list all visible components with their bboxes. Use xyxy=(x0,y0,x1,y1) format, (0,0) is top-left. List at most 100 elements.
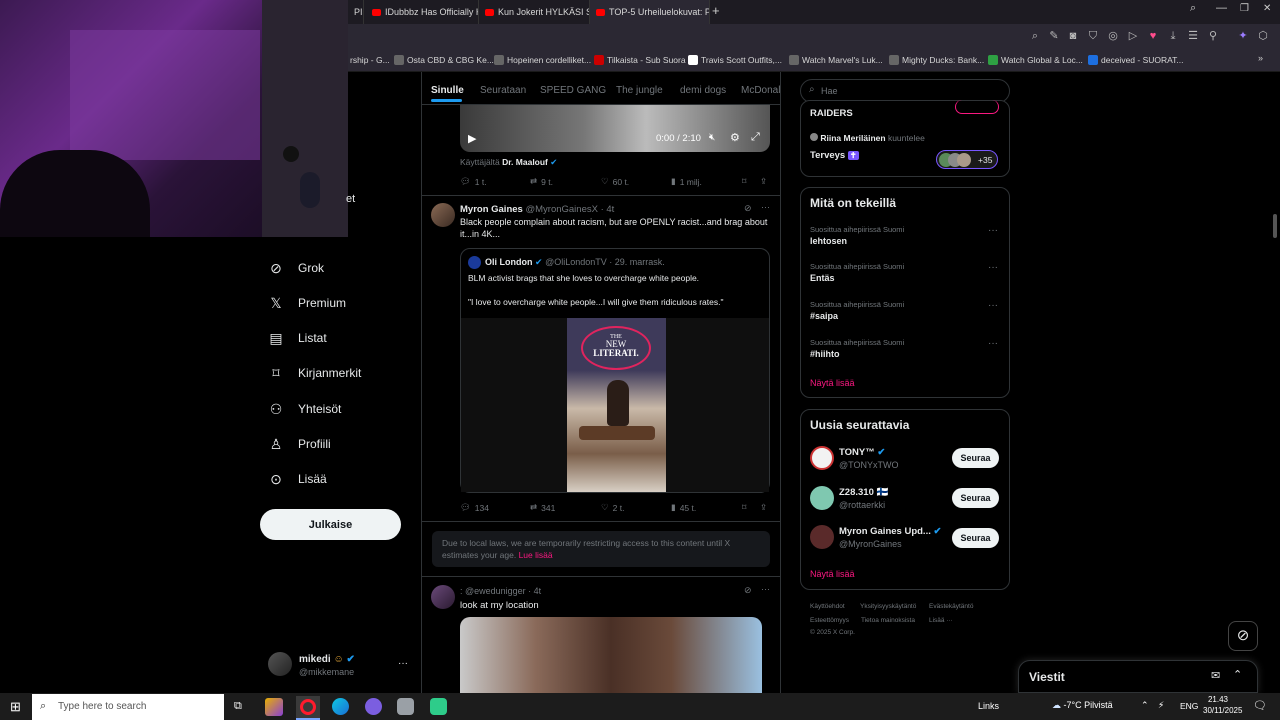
opera-taskbar-button[interactable] xyxy=(296,696,320,720)
sidebar-item-premium[interactable]: 𝕏 Premium xyxy=(268,291,346,315)
fullscreen-icon[interactable]: ⤢ xyxy=(751,131,760,144)
footer-link[interactable]: Yksityisyyskäytäntö xyxy=(860,603,916,610)
taskbar-search[interactable]: ⌕ Type here to search xyxy=(32,694,224,720)
messages-drawer[interactable]: Viestit ✉ ⌃ xyxy=(1018,660,1258,693)
tab-demi-dogs[interactable]: demi dogs xyxy=(680,85,726,96)
sidebar-item-communities[interactable]: ⚇ Yhteisöt xyxy=(268,397,342,421)
avatar[interactable] xyxy=(431,203,455,227)
views-button[interactable]: ▮ 1 milj. xyxy=(671,176,702,187)
footer-link[interactable]: Evästekäytäntö xyxy=(929,603,973,610)
trend-more-icon[interactable]: ··· xyxy=(988,338,998,349)
heart-icon[interactable]: ♥ xyxy=(1146,29,1160,43)
mute-icon[interactable]: 🔇︎ xyxy=(709,132,715,143)
reply-button[interactable]: 💬︎ 134 xyxy=(460,502,489,513)
follow-button[interactable]: Seuraa xyxy=(952,528,999,548)
show-more-link[interactable]: Näytä lisää xyxy=(810,569,855,579)
footer-link[interactable]: Esteettömyys xyxy=(810,617,849,624)
bookmark-item[interactable]: Watch Global & Loc... xyxy=(988,53,1083,67)
sidebar-item-more[interactable]: ⊙ Lisää xyxy=(268,467,327,491)
account-more-icon[interactable]: ··· xyxy=(398,658,408,669)
scrollbar[interactable] xyxy=(1273,214,1277,238)
trend-item[interactable]: Entäs xyxy=(810,273,835,283)
sidebar-item-grok[interactable]: ⊘ Grok xyxy=(268,256,324,280)
tray-chevron-icon[interactable]: ⌃ xyxy=(1141,700,1149,711)
taskbar-search-input[interactable]: Type here to search xyxy=(58,701,146,712)
browser-tab[interactable]: IDubbbz Has Officially Hit xyxy=(366,0,479,24)
video-thumbnail[interactable] xyxy=(460,617,762,693)
trend-more-icon[interactable]: ··· xyxy=(988,300,998,311)
tab-for-you[interactable]: Sinulle xyxy=(431,85,464,96)
grok-icon[interactable]: ⊘ xyxy=(744,585,752,596)
avatar[interactable] xyxy=(810,486,834,510)
sidebar-item-profile[interactable]: ♙ Profiili xyxy=(268,432,331,456)
settings-gear-icon[interactable]: ⚙ xyxy=(730,131,740,144)
camera-icon[interactable]: ◙ xyxy=(1066,29,1080,43)
post-more-icon[interactable]: ··· xyxy=(761,584,770,594)
trend-item[interactable]: #saipa xyxy=(810,311,838,321)
discord-icon[interactable] xyxy=(365,698,382,715)
like-button[interactable]: ♡ 60 t. xyxy=(601,176,629,187)
author-name[interactable]: Myron Gaines xyxy=(460,204,523,215)
edit-icon[interactable]: ✎ xyxy=(1047,29,1061,43)
views-button[interactable]: ▮ 45 t. xyxy=(671,502,696,513)
account-switcher[interactable]: mikedi ☺ ✔ @mikkemane ··· xyxy=(268,652,413,680)
search-input[interactable]: Hae xyxy=(821,86,838,96)
show-more-link[interactable]: Näytä lisää xyxy=(810,378,855,388)
new-message-icon[interactable]: ✉ xyxy=(1211,669,1220,682)
account-icon[interactable]: ⚲ xyxy=(1206,29,1220,43)
trend-more-icon[interactable]: ··· xyxy=(988,225,998,236)
tab-following[interactable]: Seurataan xyxy=(480,85,526,96)
grok-icon[interactable]: ⊘ xyxy=(1228,621,1258,651)
bookmark-item[interactable]: Mighty Ducks: Bank... xyxy=(889,53,984,67)
restore-icon[interactable]: ❐ xyxy=(1240,3,1249,14)
wallet-icon[interactable]: ◎ xyxy=(1106,29,1120,43)
post-more-icon[interactable]: ··· xyxy=(761,202,770,212)
app-icon[interactable] xyxy=(265,698,283,716)
browser-tab-active[interactable]: TOP-5 Urheiluelokuvat: Pa✕ xyxy=(590,0,710,24)
video-thumbnail[interactable]: THE NEW LITERATI. xyxy=(567,318,666,492)
bookmark-item[interactable]: Osta CBD & CBG Ke... xyxy=(394,53,494,67)
bookmark-button[interactable]: ⌑ xyxy=(742,176,746,187)
share-icon[interactable]: ⇪ xyxy=(760,176,767,187)
follow-button[interactable]: Seuraa xyxy=(952,448,999,468)
trend-item[interactable]: lehtosen xyxy=(810,236,847,246)
tab-mcdonal[interactable]: McDonal xyxy=(741,85,780,96)
expand-icon[interactable]: ⌃ xyxy=(1233,668,1242,681)
grok-icon[interactable]: ⊘ xyxy=(744,203,752,214)
share-icon[interactable]: ⇪ xyxy=(760,502,767,513)
reply-button[interactable]: 💬︎ 1 t. xyxy=(460,176,487,187)
app-icon[interactable] xyxy=(397,698,414,715)
bookmarks-overflow-icon[interactable]: » xyxy=(1258,53,1263,63)
bookmark-item[interactable]: Hopeinen cordelliket... xyxy=(494,53,591,67)
learn-more-link[interactable]: Lue lisää xyxy=(519,550,553,560)
shield-icon[interactable]: ⛉ xyxy=(1086,29,1100,43)
repost-button[interactable]: ⇄ 341 xyxy=(530,502,555,513)
sidebar-item-lists[interactable]: ▤ Listat xyxy=(268,326,326,350)
search-tabs-icon[interactable]: ⌕ xyxy=(1190,2,1196,15)
new-tab-icon[interactable]: + xyxy=(712,3,726,19)
bookmark-item[interactable]: Travis Scott Outfits,... xyxy=(688,53,782,67)
follow-name[interactable]: Z28.310 🇫🇮 xyxy=(839,487,888,498)
repost-button[interactable]: ⇄ 9 t. xyxy=(530,176,553,187)
language-indicator[interactable]: ENG xyxy=(1180,701,1198,711)
tab-speed-gang[interactable]: SPEED GANG xyxy=(540,85,606,96)
avatar[interactable] xyxy=(810,446,834,470)
close-window-icon[interactable]: ✕ xyxy=(1263,3,1271,14)
follow-name-text[interactable]: TONY™ xyxy=(839,447,875,458)
task-view-icon[interactable]: ⧉ xyxy=(234,700,242,713)
browser-tab[interactable]: Kun Jokerit HYLKÄSI SM-l xyxy=(479,0,590,24)
bookmark-item[interactable]: Watch Marvel's Luk... xyxy=(789,53,883,67)
tab-the-jungle[interactable]: The jungle xyxy=(616,85,663,96)
trend-more-icon[interactable]: ··· xyxy=(988,262,998,273)
bookmark-item[interactable]: rship - G... xyxy=(350,53,390,67)
avatar[interactable] xyxy=(810,525,834,549)
follow-button[interactable]: Seuraa xyxy=(952,488,999,508)
windows-start-icon[interactable]: ⊞ xyxy=(10,699,21,715)
weather-widget[interactable]: ☁ -7°C Pilvistä xyxy=(1052,700,1113,711)
follow-name-text[interactable]: Myron Gaines Upd... xyxy=(839,526,931,537)
bookmark-item[interactable]: deceived - SUORAT... xyxy=(1088,53,1184,67)
app-icon[interactable] xyxy=(430,698,447,715)
bookmark-item[interactable]: Tilkaista - Sub Suora xyxy=(594,53,686,67)
post-button[interactable]: Julkaise xyxy=(260,509,401,540)
play-icon[interactable]: ▶ xyxy=(468,132,476,145)
